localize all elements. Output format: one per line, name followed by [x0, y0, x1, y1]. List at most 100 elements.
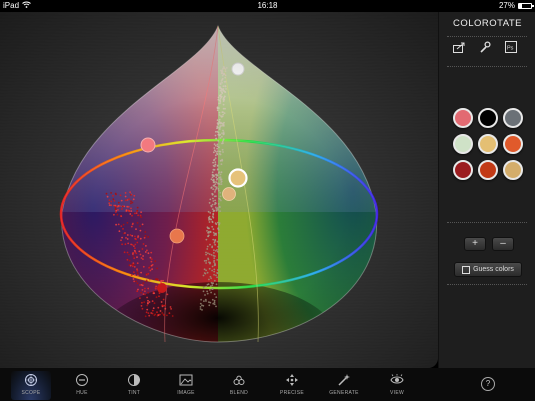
sample-point [215, 137, 218, 140]
sample-point [222, 100, 225, 103]
sample-point [218, 102, 221, 105]
sample-point [170, 308, 173, 310]
sample-point [215, 176, 218, 179]
tab-view[interactable]: VIEW [377, 371, 417, 400]
sample-point [141, 301, 143, 304]
swatch-8[interactable] [478, 160, 498, 180]
sample-point [209, 231, 212, 234]
sample-point [147, 272, 150, 275]
sample-point [119, 194, 122, 197]
sample-point [214, 161, 217, 164]
sample-point [125, 209, 128, 212]
tab-blend[interactable]: BLEND [219, 371, 259, 400]
sample-point [136, 272, 139, 275]
sample-point [148, 266, 151, 269]
sample-point [213, 273, 216, 276]
tab-hue[interactable]: HUE [62, 371, 102, 400]
sample-point [209, 198, 212, 201]
sample-point [142, 258, 144, 260]
help-button[interactable]: ? [481, 377, 495, 391]
sample-point [140, 291, 143, 294]
tab-generate[interactable]: GENERATE [324, 371, 364, 400]
color-scope-view[interactable] [0, 12, 438, 368]
sample-point [218, 107, 220, 109]
sample-point [212, 216, 215, 219]
swatch-3[interactable] [503, 108, 523, 128]
sample-point [161, 312, 164, 314]
palette-point-white[interactable] [231, 62, 245, 76]
sample-point [212, 161, 215, 164]
sample-point [141, 248, 144, 250]
sample-point [220, 171, 223, 174]
sample-point [216, 143, 219, 146]
color-scope-canvas[interactable] [0, 12, 438, 368]
guess-colors-button[interactable]: Guess colors [454, 262, 522, 277]
sample-point [115, 223, 117, 226]
swatch-4[interactable] [453, 134, 473, 154]
palette-point-red[interactable] [157, 283, 167, 293]
tab-precise[interactable]: PRECISE [272, 371, 312, 400]
sample-point [205, 269, 208, 272]
sample-point [211, 225, 214, 228]
sample-point [224, 85, 227, 87]
sample-point [213, 279, 216, 282]
swatch-9[interactable] [503, 160, 523, 180]
sample-point [139, 237, 142, 240]
sample-point [221, 158, 224, 161]
tab-image[interactable]: IMAGE [166, 371, 206, 400]
share-button[interactable] [452, 40, 466, 54]
sample-point [203, 260, 206, 262]
sample-point [211, 171, 214, 174]
sample-point [210, 291, 213, 294]
sample-point [213, 252, 215, 254]
sample-point [146, 296, 149, 299]
sample-point [217, 140, 220, 142]
sample-point [202, 286, 205, 289]
palette-point-selected[interactable] [228, 168, 248, 188]
sample-point [211, 298, 214, 301]
view-icon [390, 374, 404, 384]
swatch-5[interactable] [478, 134, 498, 154]
sample-point [130, 207, 132, 210]
sample-point [140, 305, 143, 307]
photoshop-export-button[interactable]: Ps [504, 40, 518, 54]
sample-point [219, 125, 222, 127]
sample-point [140, 216, 143, 219]
sample-point [149, 256, 152, 259]
sample-point [133, 249, 136, 252]
sample-point [123, 251, 126, 254]
swatch-7[interactable] [453, 160, 473, 180]
sample-point [222, 151, 224, 153]
swatch-6[interactable] [503, 134, 523, 154]
sample-point [212, 197, 214, 200]
tab-tint[interactable]: TINT [114, 371, 154, 400]
sample-point [206, 230, 208, 232]
palette-point-orange[interactable] [169, 228, 185, 244]
tab-scope[interactable]: SCOPE [11, 371, 51, 400]
sample-point [125, 237, 127, 239]
swatch-1[interactable] [453, 108, 473, 128]
palette-point-tan[interactable] [222, 187, 236, 201]
palette-point-pink[interactable] [140, 137, 156, 153]
sample-point [142, 255, 145, 257]
sample-point [223, 95, 226, 98]
sample-point [150, 260, 153, 263]
sample-point [112, 195, 114, 197]
sample-point [131, 201, 134, 204]
sample-point [153, 314, 156, 317]
sample-point [110, 200, 113, 203]
sample-point [120, 215, 122, 217]
settings-button[interactable] [478, 40, 492, 54]
remove-color-button[interactable]: – [492, 237, 514, 251]
sample-point [219, 82, 222, 85]
add-color-button[interactable]: + [464, 237, 486, 251]
image-icon [179, 374, 193, 386]
sample-point [213, 147, 216, 149]
sample-point [113, 213, 115, 216]
sample-point [213, 301, 216, 304]
swatch-2[interactable] [478, 108, 498, 128]
sample-point [224, 74, 227, 77]
sample-point [208, 278, 210, 281]
sample-point [120, 225, 123, 228]
sample-point [214, 163, 217, 166]
